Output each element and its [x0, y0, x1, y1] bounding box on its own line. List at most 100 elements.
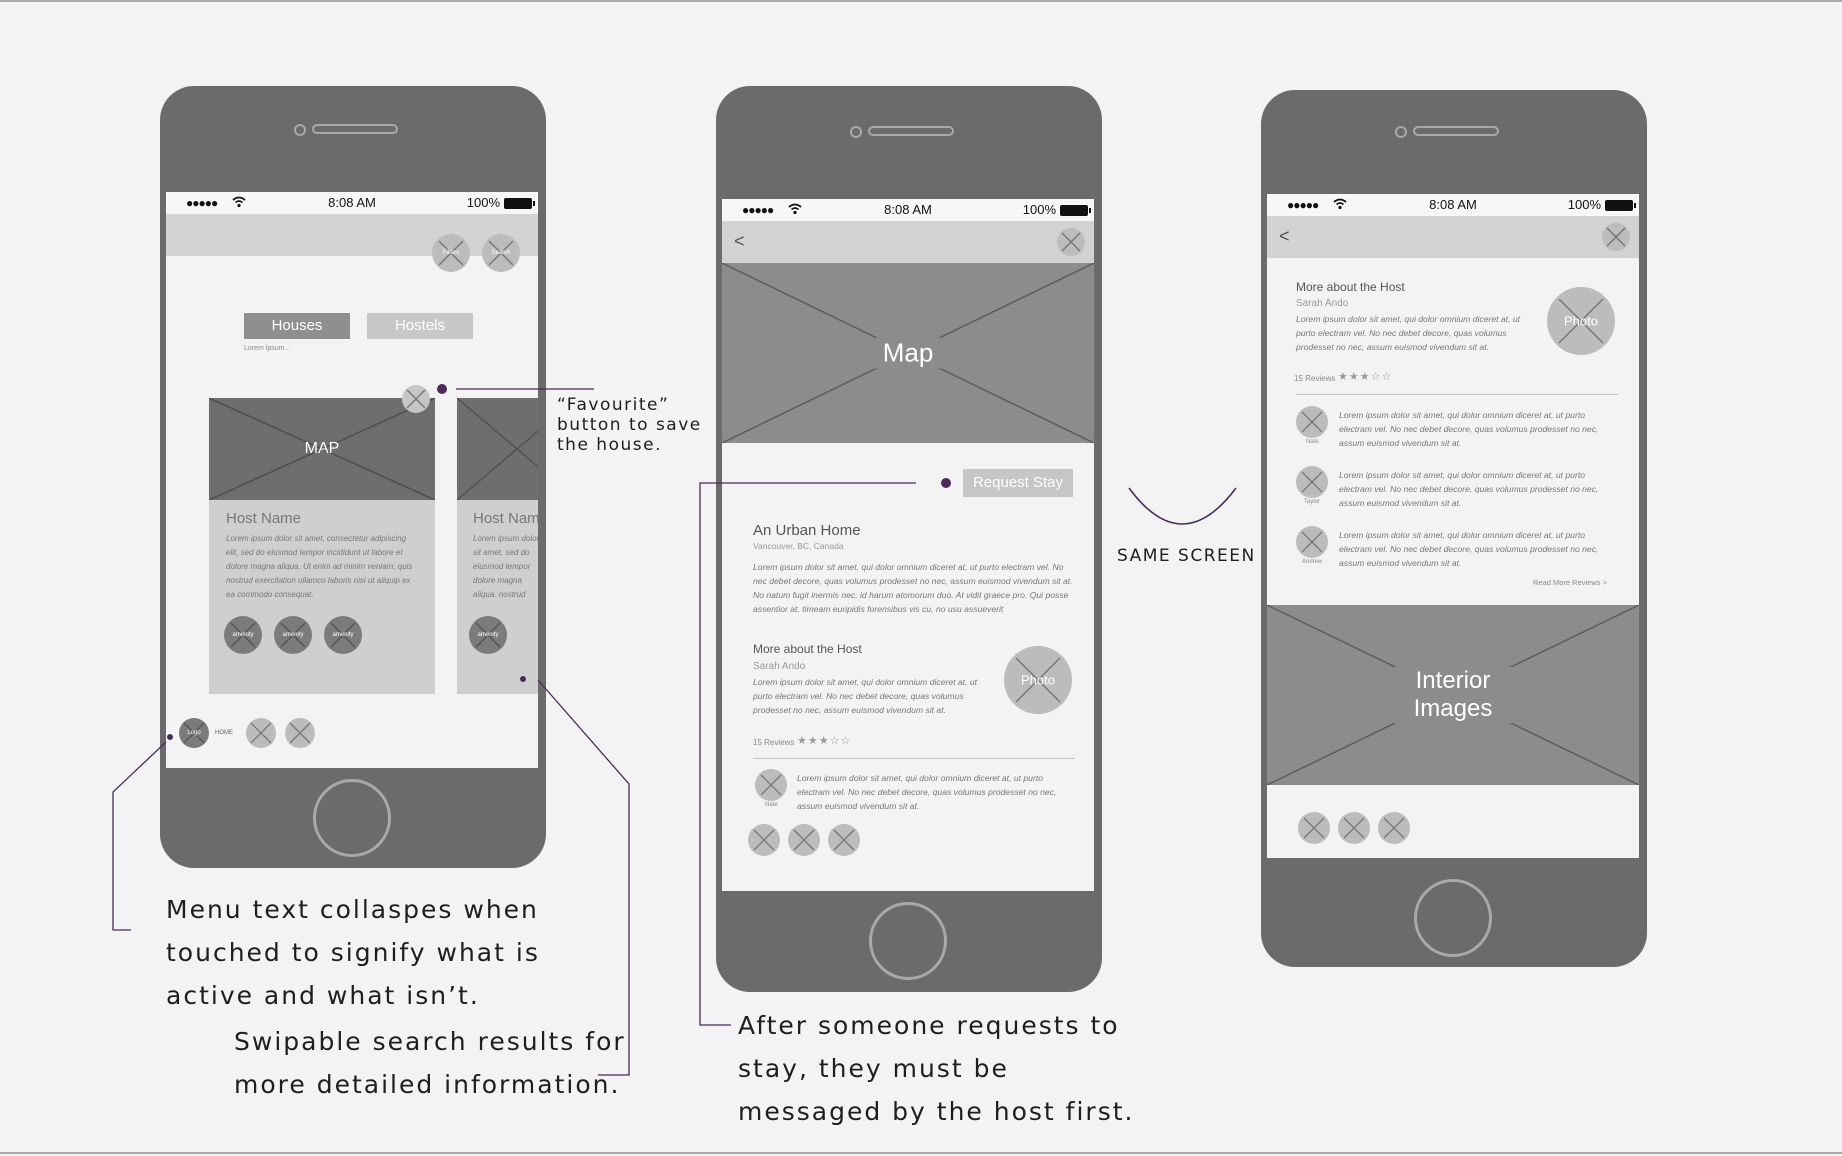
- search-label: Search: [491, 250, 511, 256]
- host-bio: Lorem ipsum dolor sit amet, qui dolor om…: [1296, 314, 1521, 352]
- reviewer-name: Nate: [1306, 439, 1319, 445]
- phone-search-results: ●●●●● 8:08 AM 100% Filters Search Houses…: [160, 86, 546, 868]
- photo-label: Photo: [1564, 313, 1598, 329]
- amenity-label: amenity: [477, 632, 499, 638]
- nav-button[interactable]: [246, 718, 276, 748]
- map-placeholder: Map: [722, 263, 1094, 443]
- menu-callout-line: [112, 741, 167, 931]
- heart-placeholder-icon: [406, 389, 426, 409]
- photo-label: Photo: [1021, 672, 1055, 688]
- map-placeholder: MAP: [209, 398, 435, 500]
- status-bar: ●●●●● 8:08 AM 100%: [722, 199, 1094, 221]
- rating-stars: ★★★☆☆: [1338, 371, 1393, 383]
- battery-percent: 100%: [1022, 202, 1056, 217]
- menu-button[interactable]: [1057, 228, 1085, 256]
- nav-button[interactable]: [285, 718, 315, 748]
- menu-button[interactable]: [1602, 223, 1630, 251]
- x-placeholder-icon: [289, 722, 311, 744]
- request-annotation: After someone requests to stay, they mus…: [738, 1004, 1134, 1133]
- divider: [1296, 394, 1618, 395]
- bottom-rule: [0, 1152, 1842, 1154]
- result-card-next[interactable]: Host Name Lorem ipsum dolor sit amet, se…: [457, 398, 538, 694]
- tab-hostels[interactable]: Hostels: [367, 313, 473, 339]
- reviews-count: 15 Reviews: [1294, 374, 1336, 383]
- amenity-icon: [748, 824, 780, 856]
- host-bio: Lorem ipsum dolor sit amet, qui dolor om…: [753, 677, 978, 715]
- back-chevron-icon[interactable]: <: [734, 231, 745, 252]
- screen-search: ●●●●● 8:08 AM 100% Filters Search Houses…: [166, 192, 538, 768]
- result-card[interactable]: MAP Host Name Lorem ipsum dolor sit amet…: [209, 398, 435, 694]
- home-nav-label[interactable]: HOME: [215, 730, 233, 736]
- review-text: Lorem ipsum dolor sit amet, qui dolor om…: [1339, 410, 1599, 448]
- review-text: Lorem ipsum dolor sit amet, qui dolor om…: [1339, 470, 1599, 508]
- amenity-icon: amenity: [224, 616, 262, 654]
- amenity-label: amenity: [332, 632, 354, 638]
- interior-images-placeholder: Interior Images: [1267, 605, 1639, 785]
- camera-dot: [1395, 126, 1407, 138]
- interior-images-label: Interior Images: [1383, 667, 1523, 723]
- x-placeholder-icon: [1061, 232, 1081, 252]
- annotation-line: stay, they must be: [738, 1054, 1009, 1083]
- reviewer-name: Andrew: [1302, 559, 1323, 565]
- same-screen-arc: [1128, 487, 1237, 525]
- reviewer-name: Taylor: [1304, 499, 1321, 505]
- favourite-annotation: “Favourite” button to save the house.: [557, 395, 702, 455]
- reviewer-name: Nate: [765, 802, 778, 808]
- amenity-label: amenity: [282, 632, 304, 638]
- battery-icon: [504, 198, 535, 209]
- map-placeholder: [457, 398, 538, 500]
- status-bar: ●●●●● 8:08 AM 100%: [1267, 194, 1639, 216]
- home-button[interactable]: [1414, 879, 1492, 957]
- map-label: Map: [872, 337, 944, 369]
- logo-button[interactable]: Logo: [179, 718, 209, 748]
- camera-dot: [850, 126, 862, 138]
- amenity-icon: amenity: [469, 616, 507, 654]
- favourite-button[interactable]: [402, 385, 430, 413]
- annotation-line: touched to signify what is: [166, 938, 540, 967]
- battery-percent: 100%: [1567, 197, 1601, 212]
- amenity-icon: amenity: [324, 616, 362, 654]
- map-label: MAP: [304, 440, 340, 457]
- tab-houses[interactable]: Houses: [244, 313, 350, 339]
- phone-listing-detail-scrolled: ●●●●● 8:08 AM 100% < More about the Host…: [1261, 90, 1647, 967]
- amenity-icon: [828, 824, 860, 856]
- amenity-label: amenity: [232, 632, 254, 638]
- logo-label: Logo: [187, 730, 201, 736]
- card-description: Lorem ipsum dolor sit amet, consectetur …: [226, 534, 413, 599]
- back-chevron-icon[interactable]: <: [1279, 226, 1290, 247]
- host-section-title: More about the Host: [753, 642, 862, 656]
- rating-stars: ★★★☆☆: [797, 735, 852, 747]
- swipe-annotation: Swipable search results for more detaile…: [234, 1020, 626, 1106]
- host-name: Sarah Ando: [1296, 298, 1349, 309]
- annotation-line: the house.: [557, 435, 662, 455]
- battery-icon: [1605, 200, 1636, 211]
- divider: [753, 758, 1075, 759]
- amenity-icon: [1298, 812, 1330, 844]
- host-name: Sarah Ando: [753, 661, 806, 672]
- filters-button[interactable]: Filters: [432, 234, 470, 272]
- host-name: Host Name: [473, 510, 538, 527]
- x-placeholder-icon: [250, 722, 272, 744]
- reviewer-avatar: [1296, 466, 1328, 498]
- home-button[interactable]: [313, 779, 391, 857]
- search-button[interactable]: Search: [482, 234, 520, 272]
- request-stay-button[interactable]: Request Stay: [963, 469, 1073, 497]
- home-button[interactable]: [869, 902, 947, 980]
- annotation-line: “Favourite”: [557, 395, 670, 415]
- annotation-line: Menu text collaspes when: [166, 895, 539, 924]
- listing-location: Vancouver, BC, Canada: [753, 541, 844, 551]
- speaker-grille: [312, 124, 398, 134]
- amenity-icon: [1338, 812, 1370, 844]
- screen-listing: ●●●●● 8:08 AM 100% < Map Request Stay An…: [722, 199, 1094, 891]
- host-section-title: More about the Host: [1296, 280, 1405, 294]
- x-placeholder-icon: [1606, 227, 1626, 247]
- read-more-reviews-link[interactable]: Read More Reviews >: [1533, 578, 1607, 587]
- annotation-line: Swipable search results for: [234, 1027, 626, 1056]
- review-text: Lorem ipsum dolor sit amet, qui dolor om…: [797, 773, 1057, 811]
- menu-annotation: Menu text collaspes when touched to sign…: [166, 888, 540, 1017]
- phone-listing-detail: ●●●●● 8:08 AM 100% < Map Request Stay An…: [716, 86, 1102, 992]
- status-bar: ●●●●● 8:08 AM 100%: [166, 192, 538, 214]
- host-photo: Photo: [1004, 646, 1072, 714]
- host-name: Host Name: [226, 510, 302, 527]
- top-bar: Filters Search: [166, 214, 538, 272]
